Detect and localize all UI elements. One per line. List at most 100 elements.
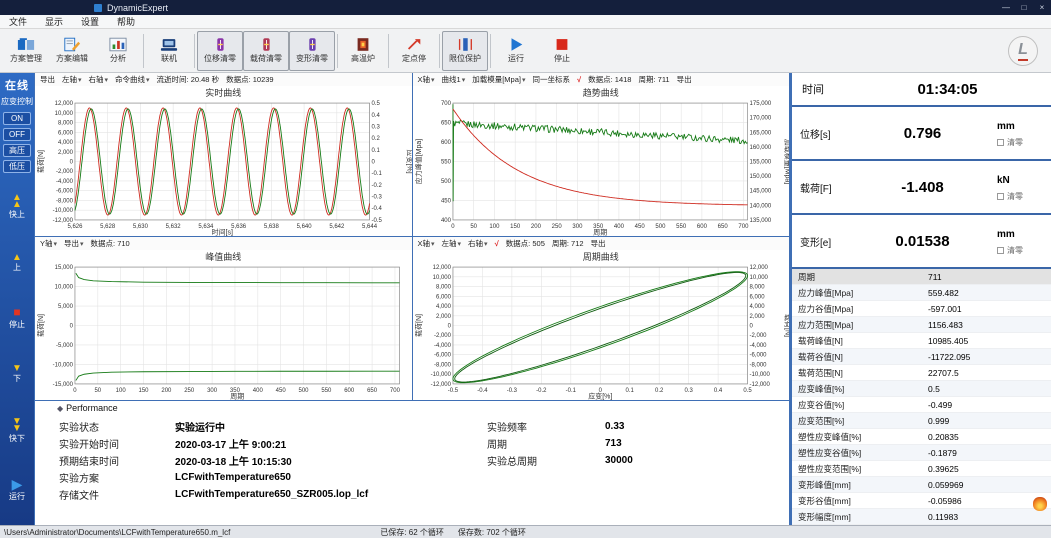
disp-zero-button[interactable]: 位移清零 (197, 31, 243, 71)
chart-dropdown[interactable]: 左轴 (442, 238, 462, 249)
run-button[interactable]: 运行 (493, 31, 539, 71)
fast-down-control[interactable]: ▼▼快下 (9, 418, 25, 444)
chart-header-label: 数据点: 710 (91, 238, 130, 249)
svg-text:6,000: 6,000 (749, 294, 765, 300)
menu-item-help[interactable]: 帮助 (108, 15, 144, 28)
trend-title: 趋势曲线 (413, 86, 790, 99)
on-button[interactable]: ON (3, 112, 31, 125)
analysis-button[interactable]: 分析 (95, 31, 141, 71)
furnace-button[interactable]: 高温炉 (340, 31, 386, 71)
up-control[interactable]: ▲上 (12, 254, 22, 273)
file-path: \Users\Administrator\Documents\LCFwithTe… (4, 528, 230, 537)
info-value-left: LCFwithTemperature650_SZR005.lop_lcf (175, 489, 368, 500)
svg-text:-10,000: -10,000 (430, 372, 451, 378)
svg-text:-15,000: -15,000 (53, 382, 74, 388)
chart-export-link[interactable]: 导出 (40, 74, 55, 85)
chart-header-label: 数据点: 505 (506, 238, 545, 249)
displacement-zero-control[interactable]: 清零 (997, 137, 1043, 148)
spot-stop-button[interactable]: 定点停 (391, 31, 437, 71)
chart-dropdown[interactable]: 命令曲线 (115, 74, 150, 85)
chart-dropdown[interactable]: 加载模量[Mpa] (472, 74, 525, 85)
minimize-button[interactable]: — (997, 3, 1015, 12)
svg-text:5,630: 5,630 (133, 224, 149, 230)
stat-row: 变形谷值[mm]-0.05986 (792, 493, 1051, 509)
scheme-manage-button[interactable]: 方案管理 (3, 31, 49, 71)
stat-value: 0.999 (928, 416, 949, 426)
chart-dropdown[interactable]: 左轴 (62, 74, 82, 85)
stat-value: 0.39625 (928, 464, 959, 474)
svg-text:-12,000: -12,000 (749, 382, 770, 388)
toolbar-separator (143, 34, 144, 68)
stop-control[interactable]: ■停止 (9, 307, 25, 330)
down-control[interactable]: ▼下 (12, 365, 22, 384)
chart-dropdown[interactable]: 右轴 (468, 238, 488, 249)
run-control[interactable]: ▶运行 (9, 478, 25, 502)
chart-dropdown[interactable]: 右轴 (89, 74, 109, 85)
displacement-zero-checkbox[interactable] (997, 139, 1004, 146)
chart-export-link[interactable]: 导出 (677, 74, 692, 85)
performance-tab[interactable]: ◆ Performance (57, 403, 118, 413)
stat-row: 变形幅度[mm]0.11983 (792, 509, 1051, 525)
stop-button[interactable]: 停止 (539, 31, 585, 71)
menu-bar: 文件显示设置帮助 (0, 15, 1051, 29)
deform-zero-button[interactable]: 变形清零 (289, 31, 335, 71)
menu-item-settings[interactable]: 设置 (72, 15, 108, 28)
load-zero-control[interactable]: 清零 (997, 191, 1043, 202)
window-title: DynamicExpert (107, 3, 168, 13)
stat-value: 1156.483 (928, 320, 963, 330)
jog-label: 快下 (9, 433, 25, 444)
load-zero-button[interactable]: 载荷清零 (243, 31, 289, 71)
time-label: 时间 (802, 81, 854, 97)
info-value-right: 0.33 (605, 421, 633, 432)
stat-row: 应力范围[Mpa]1156.483 (792, 317, 1051, 333)
stat-row: 塑性应变峰值[%]0.20835 (792, 429, 1051, 445)
svg-text:250: 250 (184, 388, 195, 394)
svg-text:500: 500 (299, 388, 310, 394)
info-value-right: 713 (605, 438, 633, 449)
chart-checkmark[interactable]: √ (577, 75, 581, 84)
svg-text:12,000: 12,000 (55, 101, 74, 107)
sidebar-buttons: ON OFF 高压低压 (3, 112, 31, 173)
off-button[interactable]: OFF (3, 128, 31, 141)
maximize-button[interactable]: □ (1015, 3, 1033, 12)
svg-text:载荷[N]: 载荷[N] (36, 150, 45, 173)
chart-dropdown[interactable]: 导出 (64, 238, 84, 249)
brand-logo: L (1008, 36, 1038, 66)
menu-item-view[interactable]: 显示 (36, 15, 72, 28)
furnace-status-icon[interactable] (1033, 497, 1047, 511)
svg-text:0.2: 0.2 (372, 136, 381, 142)
up-icon: ▲ (12, 254, 22, 261)
low-pressure-button[interactable]: 低压 (3, 160, 31, 173)
status-bar: \Users\Administrator\Documents\LCFwithTe… (0, 525, 1051, 538)
stat-value: 0.20835 (928, 432, 959, 442)
menu-item-file[interactable]: 文件 (0, 15, 36, 28)
connect-button[interactable]: 联机 (146, 31, 192, 71)
svg-text:0: 0 (70, 160, 74, 166)
chart-export-link[interactable]: 导出 (591, 238, 606, 249)
deformation-zero-checkbox[interactable] (997, 247, 1004, 254)
high-pressure-button[interactable]: 高压 (3, 144, 31, 157)
trend-plot: 0501001502002503003504004505005506006507… (413, 99, 790, 236)
down-icon: ▼ (12, 365, 22, 372)
chart-checkmark[interactable]: √ (495, 239, 499, 248)
svg-text:-2,000: -2,000 (56, 169, 74, 175)
svg-text:-10,000: -10,000 (749, 372, 770, 378)
deformation-value: 0.01538 (848, 233, 997, 250)
svg-text:-6,000: -6,000 (56, 189, 74, 195)
chart-dropdown[interactable]: Y轴 (40, 238, 57, 249)
load-zero-checkbox[interactable] (997, 193, 1004, 200)
deformation-zero-control[interactable]: 清零 (997, 245, 1043, 256)
chart-trend: X轴曲线1加载模量[Mpa]同一坐标系√数据点: 1418周期: 711导出趋势… (413, 73, 791, 237)
svg-text:-0.5: -0.5 (447, 388, 458, 394)
chart-dropdown[interactable]: X轴 (418, 238, 435, 249)
limit-protect-button[interactable]: 限位保护 (442, 31, 488, 71)
stat-value: 22707.5 (928, 368, 959, 378)
svg-text:400: 400 (613, 224, 624, 230)
fast-up-control[interactable]: ▲▲快上 (9, 194, 25, 220)
stat-row: 应变谷值[%]-0.499 (792, 397, 1051, 413)
scheme-edit-button[interactable]: 方案编辑 (49, 31, 95, 71)
chart-dropdown[interactable]: 曲线1 (442, 74, 466, 85)
stat-label: 变形峰值[mm] (792, 479, 928, 491)
close-button[interactable]: × (1033, 3, 1051, 12)
chart-dropdown[interactable]: X轴 (418, 74, 435, 85)
